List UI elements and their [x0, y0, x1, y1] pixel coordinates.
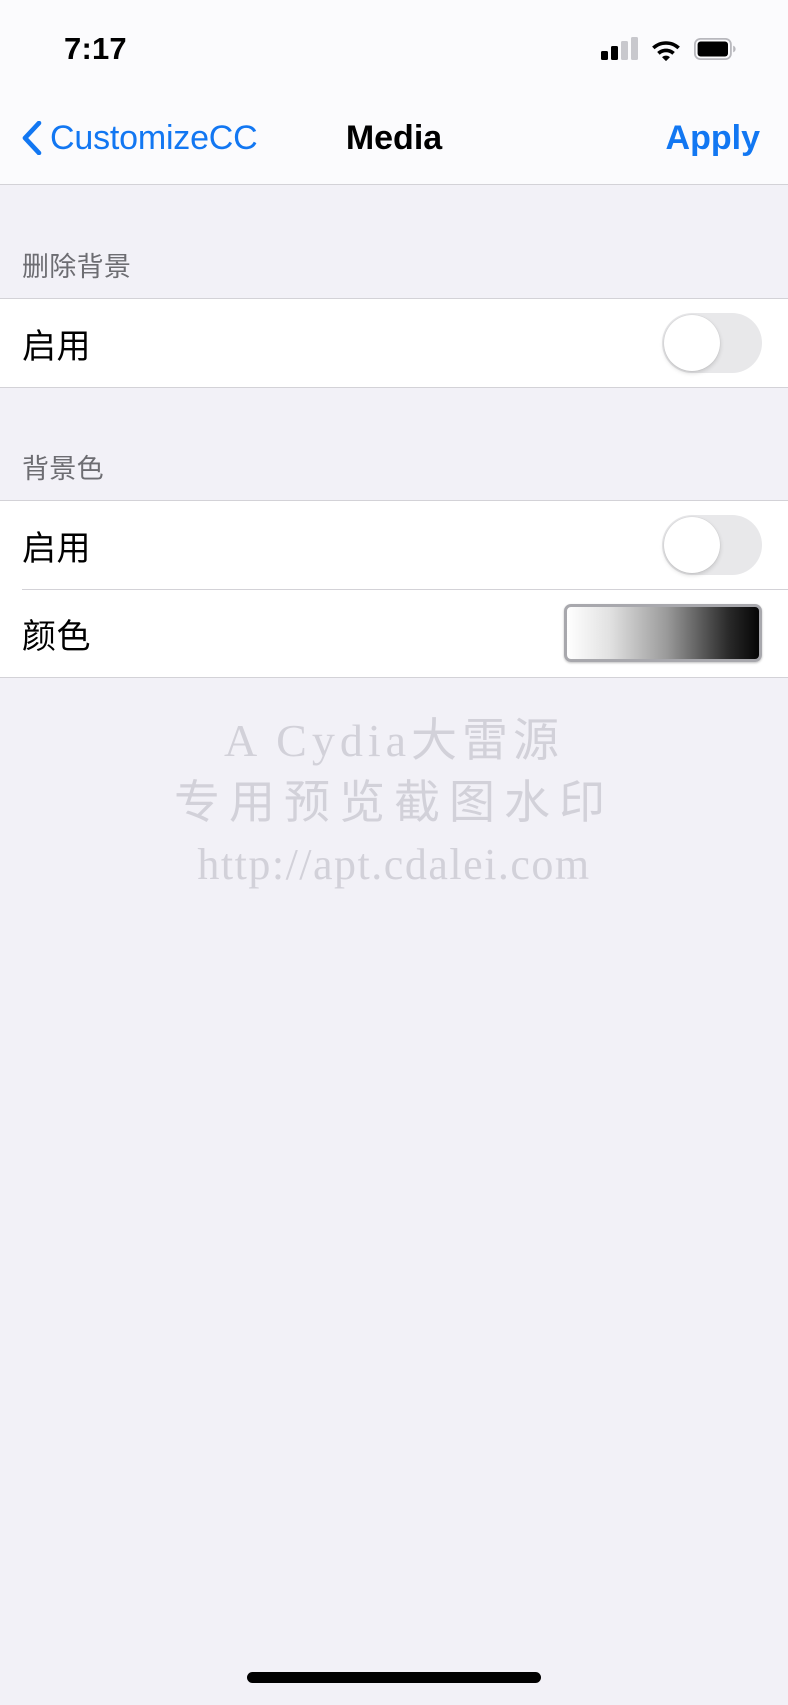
- watermark-line-1: A Cydia大雷源: [223, 715, 565, 766]
- row-background-color-color[interactable]: 颜色: [0, 589, 788, 677]
- row-background-color-enable[interactable]: 启用: [0, 501, 788, 589]
- toggle-knob: [664, 517, 720, 573]
- section-header-remove-background: 删除背景: [0, 186, 788, 298]
- section-body-background-color: 启用 颜色: [0, 500, 788, 678]
- status-bar-time: 7:17: [64, 31, 127, 66]
- section-header-label: 背景色: [22, 454, 104, 484]
- section-header-label: 删除背景: [22, 252, 132, 282]
- navigation-bar: CustomizeCC Media Apply: [0, 92, 788, 185]
- row-label: 颜色: [22, 617, 91, 656]
- iphone-screen: 7:17 CustomizeCC Media Apply 删除背景 启用 背景色…: [0, 0, 788, 1705]
- settings-table: 删除背景 启用 背景色 启用 颜色: [0, 186, 788, 678]
- row-accessory: [662, 313, 762, 373]
- cellular-signal-icon: [601, 37, 638, 60]
- section-body-remove-background: 启用: [0, 298, 788, 388]
- watermark-line-3: http://apt.cdalei.com: [197, 840, 591, 889]
- watermark-line-2: 专用预览截图水印: [174, 777, 614, 828]
- row-label: 启用: [22, 529, 91, 568]
- color-swatch-preview[interactable]: [564, 604, 762, 662]
- row-label: 启用: [22, 327, 91, 366]
- section-header-background-color: 背景色: [0, 388, 788, 500]
- watermark: A Cydia大雷源 专用预览截图水印 http://apt.cdalei.co…: [0, 710, 788, 896]
- battery-icon: [694, 38, 736, 60]
- toggle-knob: [664, 315, 720, 371]
- row-remove-background-enable[interactable]: 启用: [0, 299, 788, 387]
- wifi-icon: [652, 40, 680, 61]
- apply-button[interactable]: Apply: [666, 119, 760, 158]
- row-accessory: [662, 515, 762, 575]
- toggle-remove-background-enable[interactable]: [662, 313, 762, 373]
- toggle-background-color-enable[interactable]: [662, 515, 762, 575]
- row-accessory: [564, 604, 762, 662]
- status-bar: 7:17: [0, 0, 788, 92]
- status-bar-indicators: [601, 37, 736, 61]
- home-indicator[interactable]: [247, 1672, 541, 1683]
